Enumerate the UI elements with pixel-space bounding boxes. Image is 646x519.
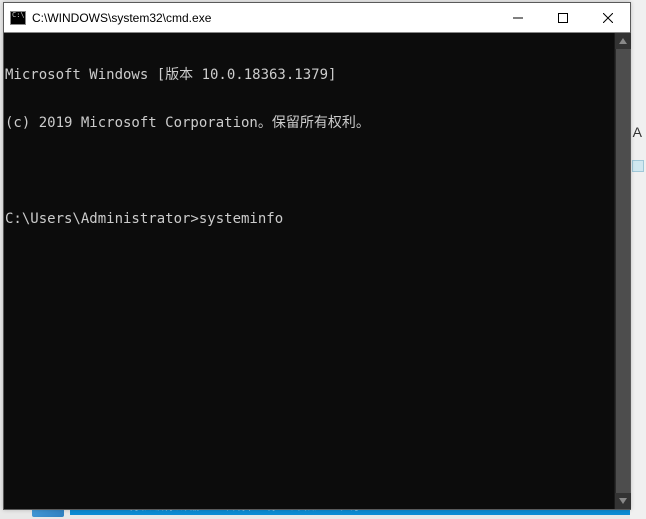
terminal-output-line: (c) 2019 Microsoft Corporation。保留所有权利。 bbox=[5, 115, 613, 131]
scroll-up-button[interactable] bbox=[615, 33, 631, 49]
cmd-window: C:\WINDOWS\system32\cmd.exe Micro bbox=[3, 2, 631, 510]
background-small-item bbox=[632, 160, 644, 172]
terminal-content[interactable]: Microsoft Windows [版本 10.0.18363.1379] (… bbox=[4, 33, 614, 509]
terminal-prompt-line: C:\Users\Administrator>systeminfo bbox=[5, 211, 613, 227]
cmd-icon bbox=[10, 11, 26, 25]
window-title: C:\WINDOWS\system32\cmd.exe bbox=[32, 11, 495, 25]
scroll-track[interactable] bbox=[615, 49, 630, 493]
close-icon bbox=[603, 13, 613, 23]
close-button[interactable] bbox=[585, 3, 630, 32]
scroll-down-button[interactable] bbox=[615, 493, 631, 509]
minimize-icon bbox=[513, 13, 523, 23]
chevron-up-icon bbox=[619, 38, 627, 44]
vertical-scrollbar[interactable] bbox=[614, 33, 630, 509]
terminal-area: Microsoft Windows [版本 10.0.18363.1379] (… bbox=[4, 33, 630, 509]
background-letter: A bbox=[633, 124, 642, 140]
background-window-fragment: A bbox=[630, 0, 646, 519]
maximize-icon bbox=[558, 13, 568, 23]
minimize-button[interactable] bbox=[495, 3, 540, 32]
window-controls bbox=[495, 3, 630, 32]
maximize-button[interactable] bbox=[540, 3, 585, 32]
scroll-thumb[interactable] bbox=[616, 49, 630, 493]
terminal-output-line: Microsoft Windows [版本 10.0.18363.1379] bbox=[5, 67, 613, 83]
terminal-blank-line bbox=[5, 163, 613, 179]
chevron-down-icon bbox=[619, 498, 627, 504]
titlebar[interactable]: C:\WINDOWS\system32\cmd.exe bbox=[4, 3, 630, 33]
